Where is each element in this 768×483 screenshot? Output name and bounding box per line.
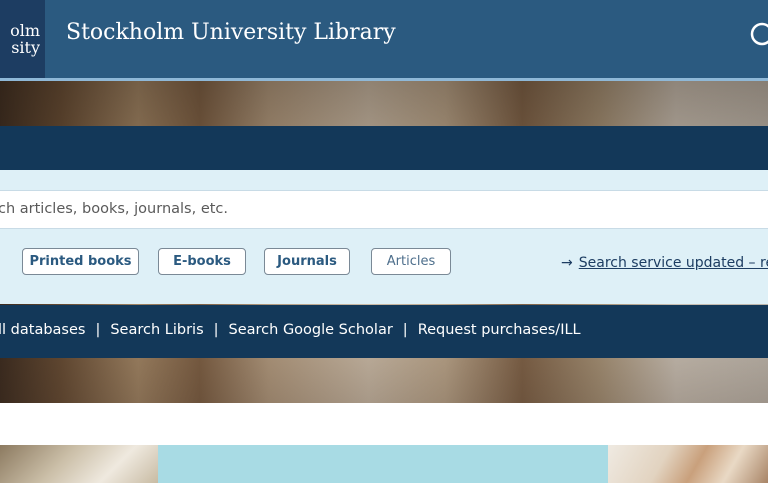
filter-printed-books-button[interactable]: Printed books <box>22 248 139 275</box>
quick-links: ll databases | Search Libris | Search Google… <box>0 322 581 338</box>
link-separator: | <box>95 322 101 338</box>
search-placeholder: ch articles, books, journals, etc. <box>0 201 229 217</box>
link-all-databases[interactable]: ll databases <box>0 322 85 338</box>
search-icon[interactable] <box>748 20 768 48</box>
feature-teal-card[interactable] <box>158 445 608 483</box>
link-search-google-scholar[interactable]: Search Google Scholar <box>229 322 393 338</box>
university-logo[interactable]: olm sity <box>0 0 45 78</box>
link-request-purchases[interactable]: Request purchases/ILL <box>418 322 581 338</box>
link-search-libris[interactable]: Search Libris <box>110 322 203 338</box>
filter-articles-button[interactable]: Articles <box>371 248 451 275</box>
filter-e-books-button[interactable]: E-books <box>158 248 246 275</box>
logo-line-2: sity <box>11 38 40 57</box>
content-spacer <box>0 403 768 445</box>
feature-image-right[interactable] <box>608 445 768 483</box>
search-update-link[interactable]: → Search service updated – rea <box>561 255 768 271</box>
hero-dark-strip <box>0 126 768 170</box>
logo-line-1: olm <box>10 21 40 40</box>
arrow-right-icon: → <box>561 255 573 271</box>
site-title[interactable]: Stockholm University Library <box>66 20 396 45</box>
search-update-link-text: Search service updated – rea <box>578 255 768 271</box>
link-separator: | <box>402 322 408 338</box>
feature-image-left[interactable] <box>0 445 158 483</box>
filter-journals-button[interactable]: Journals <box>264 248 350 275</box>
link-separator: | <box>213 322 219 338</box>
